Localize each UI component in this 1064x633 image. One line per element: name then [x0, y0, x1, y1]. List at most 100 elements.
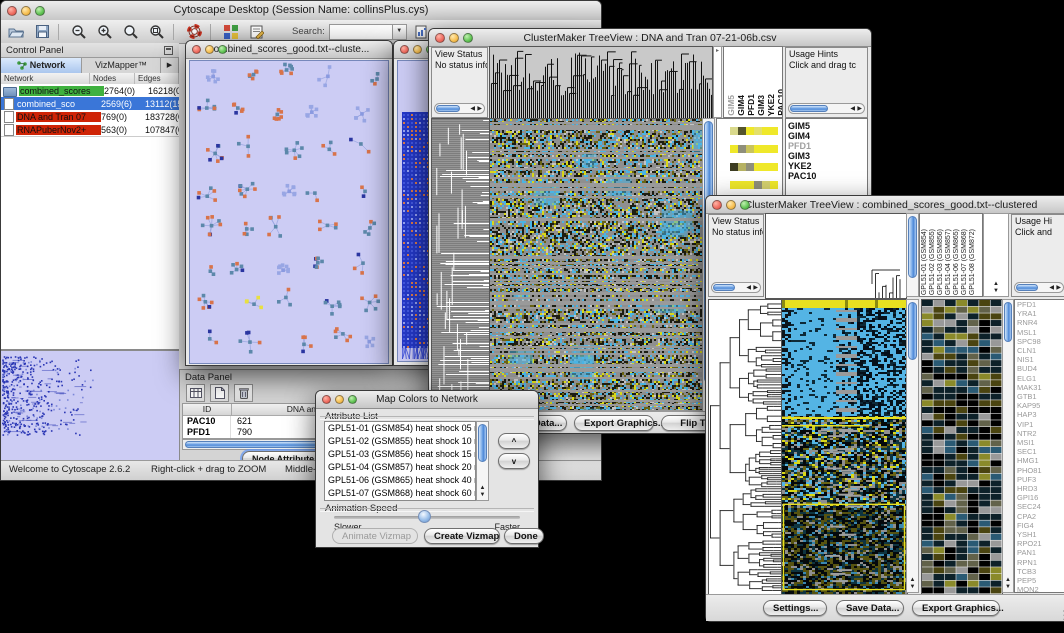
gene-label[interactable]: KAP95 — [1015, 401, 1064, 410]
gene-label[interactable]: SEC1 — [1015, 447, 1064, 456]
column-label[interactable]: YKE2 — [766, 94, 776, 116]
network-list-row[interactable]: combined_scores 2764(0) 16218(0) — [1, 84, 179, 97]
column-label[interactable]: GIM3 — [756, 95, 766, 116]
gene-label[interactable]: CLN1 — [1015, 346, 1064, 355]
attribute-list-item[interactable]: GPL51-04 (GSM857) heat shock 20 min — [325, 461, 475, 474]
column-label[interactable]: GPL51-02 (GSM855) — [929, 229, 937, 295]
gene-label[interactable]: RPN1 — [1015, 558, 1064, 567]
gene-label[interactable]: PAC10 — [786, 171, 867, 181]
zoom-vscrollbar[interactable]: ▲▼ — [1002, 299, 1014, 593]
column-dendrogram-canvas[interactable] — [765, 213, 907, 299]
row-dendrogram-canvas[interactable] — [708, 299, 783, 595]
column-nodes[interactable]: Nodes — [90, 73, 135, 84]
column-vscrollbar[interactable] — [906, 213, 919, 297]
attribute-list-item[interactable]: GPL51-06 (GSM865) heat shock 40 min — [325, 474, 475, 487]
gene-label[interactable]: MAK31 — [1015, 383, 1064, 392]
zoom-button[interactable] — [348, 395, 357, 404]
float-panel-icon[interactable] — [164, 46, 173, 55]
gene-label[interactable]: BUD4 — [1015, 364, 1064, 373]
gene-label[interactable]: PFD1 — [1015, 300, 1064, 309]
gene-label[interactable]: RNR4 — [1015, 318, 1064, 327]
heatmap-canvas[interactable] — [489, 118, 703, 412]
save-data-button[interactable]: Save Data... — [836, 600, 904, 616]
vizmapper-button[interactable] — [220, 23, 242, 41]
row-dendrogram-canvas[interactable] — [431, 118, 491, 412]
export-graphics-button[interactable]: Export Graphics... — [574, 415, 654, 431]
slider-thumb[interactable] — [418, 510, 431, 523]
gene-label[interactable]: TCB3 — [1015, 567, 1064, 576]
zoom-out-button[interactable] — [68, 23, 90, 41]
gene-label[interactable]: PUF3 — [1015, 475, 1064, 484]
animate-vizmap-button[interactable]: Animate Vizmap — [332, 528, 418, 544]
new-attribute-button[interactable] — [210, 384, 229, 402]
tab-network[interactable]: Network — [1, 58, 82, 73]
close-button[interactable] — [7, 6, 17, 16]
gene-label[interactable]: YSH1 — [1015, 530, 1064, 539]
close-button[interactable] — [322, 395, 331, 404]
column-label[interactable]: GPL51-04 (GSM857) — [945, 229, 953, 295]
column-label[interactable]: GPL51-01 (GSM854) — [921, 229, 929, 295]
zoom-button[interactable] — [740, 200, 750, 210]
zoom-button[interactable] — [218, 45, 227, 54]
minimize-button[interactable] — [413, 45, 422, 54]
minimize-button[interactable] — [449, 33, 459, 43]
column-label[interactable]: GPL51-08 (GSM872) — [969, 229, 977, 295]
close-button[interactable] — [192, 45, 201, 54]
treeview-dna-title-bar[interactable]: ClusterMaker TreeView : DNA and Tran 07-… — [429, 29, 871, 47]
network-list-row[interactable]: combined_sco 2569(6) 13112(15) — [1, 97, 179, 110]
gene-label[interactable]: YRA1 — [1015, 309, 1064, 318]
done-button[interactable]: Done — [504, 528, 544, 544]
gene-label[interactable]: VIP1 — [1015, 420, 1064, 429]
attribute-list-item[interactable]: GPL51-07 (GSM868) heat shock 60 min — [325, 487, 475, 500]
gene-label[interactable]: GTB1 — [1015, 392, 1064, 401]
settings-button[interactable]: Settings... — [763, 600, 827, 616]
network-canvas[interactable] — [189, 60, 389, 364]
close-button[interactable] — [400, 45, 409, 54]
column-label[interactable]: GPL51-07 (GSM868) — [961, 229, 969, 295]
network-list-row[interactable]: RNAPuberNov2+ 563(0) 107847(0) — [1, 123, 179, 136]
column-id[interactable]: ID — [183, 404, 232, 415]
column-dendrogram-canvas[interactable] — [489, 46, 713, 120]
gene-label[interactable]: MSL1 — [1015, 328, 1064, 337]
gene-label[interactable]: MON2 — [1015, 585, 1064, 593]
attribute-listbox[interactable]: GPL51-01 (GSM854) heat shock 05 min GPL51… — [324, 421, 476, 501]
attribute-list-vscrollbar[interactable]: ▲▼ — [476, 421, 489, 501]
usage-hints-hscrollbar[interactable]: ◀▶ — [788, 103, 865, 114]
attribute-list-item[interactable]: GPL51-03 (GSM856) heat shock 15 min — [325, 448, 475, 461]
gene-label[interactable]: GIM4 — [786, 131, 867, 141]
search-input[interactable]: ▼ — [329, 24, 407, 40]
minimize-button[interactable] — [205, 45, 214, 54]
export-graphics-button[interactable]: Export Graphics... — [912, 600, 1000, 616]
gene-label[interactable]: SPC98 — [1015, 337, 1064, 346]
column-label[interactable]: GPL51-06 (GSM865) — [953, 229, 961, 295]
gene-label[interactable]: NIS1 — [1015, 355, 1064, 364]
gene-label[interactable]: GIM3 — [786, 151, 867, 161]
attribute-list-item[interactable]: GPL51-01 (GSM854) heat shock 05 min — [325, 422, 475, 435]
zoom-fit-button[interactable] — [120, 23, 142, 41]
move-down-button[interactable]: v — [498, 453, 530, 469]
column-label[interactable]: GIM5 — [726, 95, 736, 116]
heatmap-vscrollbar[interactable]: ▲▼ — [906, 299, 919, 593]
zoom-selected-button[interactable] — [146, 23, 168, 41]
gene-label[interactable]: HAP3 — [1015, 410, 1064, 419]
column-label[interactable]: GIM4 — [736, 95, 746, 116]
gene-label[interactable]: SEC24 — [1015, 502, 1064, 511]
zoom-heatmap-canvas[interactable] — [921, 299, 1003, 595]
move-up-button[interactable]: ^ — [498, 433, 530, 449]
close-button[interactable] — [712, 200, 722, 210]
network-view-title-bar[interactable]: combined_scores_good.txt--cluste... — [186, 41, 392, 59]
gene-label[interactable]: GIM5 — [786, 121, 867, 131]
column-label[interactable]: PAC10 — [776, 89, 783, 116]
gene-label[interactable]: PEP5 — [1015, 576, 1064, 585]
tab-vizmapper[interactable]: VizMapper™ — [82, 58, 161, 73]
usage-hints-hscrollbar[interactable]: ◀▶ — [1014, 282, 1064, 293]
birdseye-canvas[interactable] — [2, 352, 176, 458]
gene-label[interactable]: MSI1 — [1015, 438, 1064, 447]
gene-label[interactable]: GPI16 — [1015, 493, 1064, 502]
create-vizmap-button[interactable]: Create Vizmap — [424, 528, 500, 544]
column-label[interactable]: PFD1 — [746, 94, 756, 116]
save-button[interactable] — [31, 23, 53, 41]
gene-label[interactable]: PAN1 — [1015, 548, 1064, 557]
column-edges[interactable]: Edges — [135, 73, 179, 84]
gene-label[interactable]: NTR2 — [1015, 429, 1064, 438]
